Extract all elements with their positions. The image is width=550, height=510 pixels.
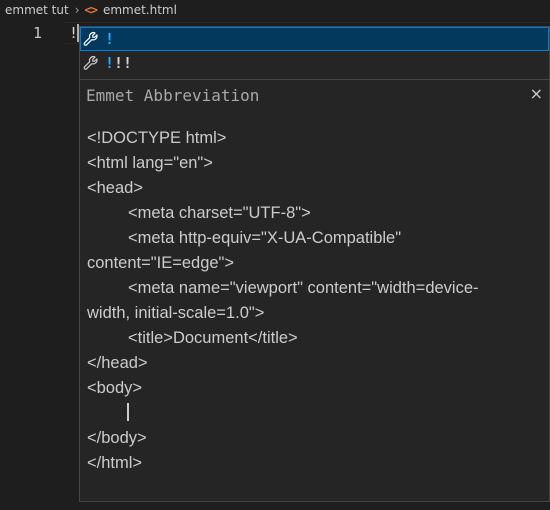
wrench-icon	[83, 31, 98, 46]
preview-line: <meta http-equiv="X-UA-Compatible"	[128, 229, 402, 247]
preview-line: </head>	[87, 354, 148, 372]
preview-line: </html>	[87, 454, 143, 472]
breadcrumb-folder[interactable]: emmet tut	[0, 3, 69, 17]
preview-line: width, initial-scale=1.0">	[87, 304, 265, 322]
chevron-right-icon: ›	[74, 3, 80, 17]
close-icon[interactable]: ×	[530, 85, 543, 103]
suggestion-details-panel: Emmet Abbreviation × <!DOCTYPE html> <ht…	[79, 80, 550, 502]
breadcrumb: emmet tut › <> emmet.html	[0, 0, 550, 20]
preview-line: content="IE=edge">	[87, 254, 235, 272]
suggestion-item[interactable]: ! !!	[80, 51, 549, 75]
preview-line: <head>	[87, 179, 143, 197]
preview-caret-line	[87, 401, 542, 426]
preview-line: <meta charset="UTF-8">	[128, 204, 311, 222]
suggestion-match: !	[105, 30, 115, 48]
line-number: 1	[32, 24, 42, 42]
wrench-icon	[83, 55, 98, 70]
details-preview: <!DOCTYPE html> <html lang="en"> <head> …	[87, 126, 542, 476]
preview-line: <!DOCTYPE html>	[87, 129, 227, 147]
suggestion-item-selected[interactable]: !	[80, 27, 549, 51]
suggestion-match: !	[105, 54, 115, 72]
preview-line: <html lang="en">	[87, 154, 213, 172]
preview-line: <title>Document</title>	[128, 329, 298, 347]
preview-line: <body>	[87, 379, 143, 397]
breadcrumb-file[interactable]: emmet.html	[103, 3, 177, 17]
preview-line: <meta name="viewport" content="width=dev…	[128, 279, 479, 297]
cursor-placeholder	[127, 403, 129, 421]
suggestion-widget: ! ! !!	[79, 26, 550, 80]
preview-line: </body>	[87, 429, 147, 447]
suggestion-rest: !!	[114, 54, 133, 72]
html-file-icon: <>	[84, 3, 98, 17]
details-title: Emmet Abbreviation	[86, 86, 260, 105]
